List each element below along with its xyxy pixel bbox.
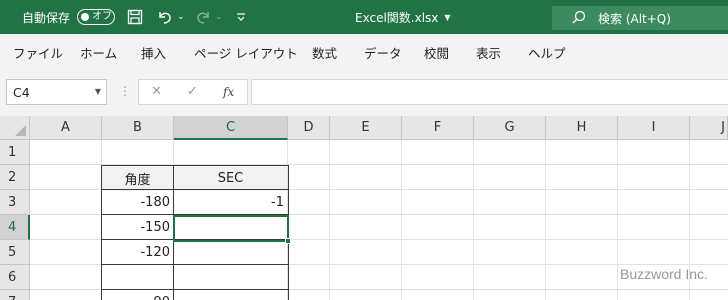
- fill-handle[interactable]: [285, 238, 291, 244]
- insert-function-icon[interactable]: fx: [223, 85, 234, 99]
- table-divider: [101, 289, 289, 290]
- row-header-7[interactable]: 7: [0, 290, 30, 300]
- column-header-j[interactable]: J: [690, 116, 728, 140]
- row-header-2[interactable]: 2: [0, 165, 30, 190]
- undo-dropdown-icon[interactable]: ⌄: [177, 0, 185, 34]
- tab-page-layout[interactable]: ページ レイアウト: [194, 43, 298, 62]
- tab-data[interactable]: データ: [364, 43, 402, 62]
- column-header-f[interactable]: F: [402, 116, 474, 140]
- file-title[interactable]: Excel関数.xlsx ▼: [355, 0, 451, 34]
- search-placeholder: 検索 (Alt+Q): [598, 11, 671, 26]
- name-box-dropdown-icon[interactable]: ▼: [95, 87, 101, 96]
- tab-view[interactable]: 表示: [476, 43, 501, 62]
- tab-formulas[interactable]: 数式: [312, 43, 337, 62]
- formula-buttons: ✕ ✓ fx: [138, 79, 248, 105]
- redo-dropdown-icon[interactable]: ⌄: [215, 0, 223, 34]
- redo-icon[interactable]: [194, 0, 212, 34]
- column-header-h[interactable]: H: [546, 116, 618, 140]
- toggle-knob: [81, 12, 89, 21]
- column-header-i[interactable]: I: [618, 116, 690, 140]
- column-header-g[interactable]: G: [474, 116, 546, 140]
- save-icon[interactable]: [127, 0, 143, 34]
- row-header-6[interactable]: 6: [0, 265, 30, 290]
- row-header-5[interactable]: 5: [0, 240, 30, 265]
- row-header-3[interactable]: 3: [0, 190, 30, 215]
- select-all-corner[interactable]: [0, 116, 30, 140]
- watermark: Buzzword Inc.: [620, 266, 708, 282]
- title-bar: 自動保存 オフ ⌄ ⌄ Excel関数.xlsx ▼ 検索 (Alt+Q): [0, 0, 728, 34]
- active-cell-selection[interactable]: [173, 215, 289, 242]
- autosave-label: 自動保存: [22, 10, 71, 25]
- column-header-b[interactable]: B: [102, 116, 174, 140]
- undo-icon[interactable]: [156, 0, 174, 34]
- search-icon: [572, 10, 586, 27]
- search-box[interactable]: 検索 (Alt+Q): [552, 6, 728, 30]
- name-box[interactable]: C4 ▼: [6, 79, 107, 105]
- chevron-down-icon: ▼: [444, 12, 451, 22]
- column-header-d[interactable]: D: [288, 116, 330, 140]
- tab-insert[interactable]: 挿入: [141, 43, 166, 62]
- table-divider: [101, 264, 289, 265]
- cancel-icon[interactable]: ✕: [151, 84, 162, 99]
- autosave-toggle[interactable]: オフ: [77, 9, 115, 25]
- column-header-c[interactable]: C: [174, 116, 288, 140]
- name-box-value: C4: [13, 84, 30, 100]
- column-header-a[interactable]: A: [30, 116, 102, 140]
- row-header-4[interactable]: 4: [0, 215, 30, 240]
- autosave-toggle-label: オフ: [92, 11, 112, 22]
- tab-home[interactable]: ホーム: [80, 43, 117, 62]
- table-divider: [101, 189, 289, 190]
- enter-icon[interactable]: ✓: [187, 84, 198, 99]
- ribbon-tabs: ファイル ホーム 挿入 ページ レイアウト 数式 データ 校閲 表示 ヘルプ: [0, 34, 728, 68]
- tab-help[interactable]: ヘルプ: [528, 43, 566, 62]
- tab-file[interactable]: ファイル: [13, 43, 63, 62]
- tab-review[interactable]: 校閲: [424, 43, 449, 62]
- formula-input[interactable]: [251, 79, 728, 105]
- select-all-triangle-icon: [15, 125, 26, 136]
- row-header-1[interactable]: 1: [0, 140, 30, 165]
- customize-toolbar-icon[interactable]: [236, 0, 246, 34]
- column-header-e[interactable]: E: [330, 116, 402, 140]
- formula-bar-grip-icon: ⋮: [119, 84, 131, 98]
- file-title-text: Excel関数.xlsx: [355, 10, 439, 25]
